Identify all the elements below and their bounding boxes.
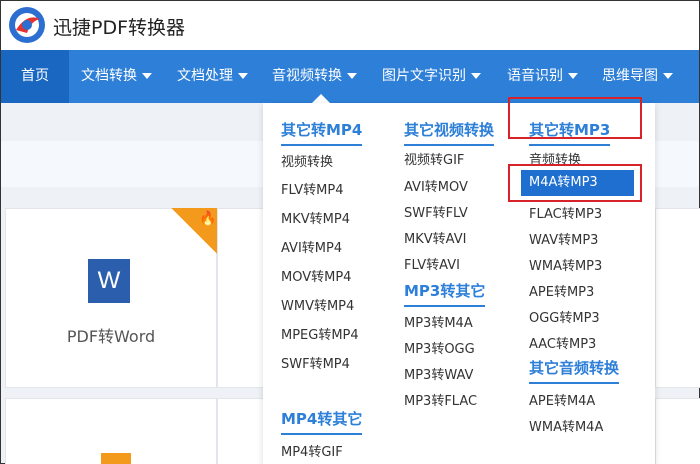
- highlight-box-selected: [508, 164, 642, 202]
- menu-item[interactable]: WMA转MP3: [529, 255, 602, 274]
- highlight-box-heading: [508, 97, 642, 139]
- app-logo-icon[interactable]: [7, 5, 47, 45]
- menu-item[interactable]: MP3转M4A: [404, 312, 473, 331]
- menu-item[interactable]: WMV转MP4: [281, 295, 354, 314]
- menu-item[interactable]: WMA转M4A: [529, 416, 603, 435]
- app-header: 迅捷PDF转换器: [1, 1, 699, 50]
- menu-heading: MP3转其它: [404, 280, 486, 307]
- nav-item-label: 音视频转换: [272, 68, 342, 84]
- menu-item[interactable]: AVI转MOV: [404, 176, 468, 195]
- menu-item[interactable]: MOV转MP4: [281, 266, 351, 285]
- chevron-down-icon: [568, 73, 578, 79]
- chevron-down-icon: [663, 73, 673, 79]
- chevron-down-icon: [238, 73, 248, 79]
- menu-item[interactable]: MP3转OGG: [404, 338, 475, 357]
- nav-item-label: 思维导图: [602, 68, 658, 84]
- menu-heading: 其它音频转换: [529, 357, 620, 384]
- nav-item-label: 语音识别: [507, 68, 563, 84]
- menu-item[interactable]: APE转M4A: [529, 390, 595, 409]
- main-nav: 首页 文档转换 文档处理 音视频转换 图片文字识别 语音识别 思维导图: [1, 50, 699, 103]
- menu-item[interactable]: AVI转MP4: [281, 237, 342, 256]
- menu-item[interactable]: MKV转MP4: [281, 208, 350, 227]
- menu-item[interactable]: MKV转AVI: [404, 228, 466, 247]
- chevron-down-icon: [347, 73, 357, 79]
- menu-heading: 其它转MP4: [281, 119, 363, 146]
- menu-item[interactable]: 视频转换: [281, 151, 333, 170]
- card-icon-partial: [101, 453, 131, 464]
- nav-item-label: 图片文字识别: [382, 68, 466, 84]
- nav-item-home[interactable]: 首页: [1, 50, 69, 103]
- tool-card[interactable]: [655, 208, 700, 388]
- chevron-down-icon: [142, 73, 152, 79]
- app-brand[interactable]: 迅捷PDF转换器: [53, 13, 185, 40]
- card-label: PDF转Word: [66, 327, 156, 346]
- tool-card[interactable]: [655, 398, 700, 464]
- menu-item[interactable]: APE转MP3: [529, 281, 594, 300]
- nav-item-doc-process[interactable]: 文档处理: [177, 50, 248, 103]
- menu-item[interactable]: MPEG转MP4: [281, 324, 359, 343]
- nav-item-label: 首页: [21, 68, 49, 84]
- menu-item[interactable]: SWF转FLV: [404, 202, 468, 221]
- tool-card[interactable]: [217, 208, 265, 388]
- menu-item[interactable]: MP3转WAV: [404, 364, 473, 383]
- nav-item-speech[interactable]: 语音识别: [507, 50, 578, 103]
- menu-item[interactable]: FLAC转MP3: [529, 203, 602, 222]
- word-icon: W: [88, 259, 130, 303]
- menu-heading: MP4转其它: [281, 408, 363, 435]
- menu-item[interactable]: SWF转MP4: [281, 353, 350, 372]
- tool-card[interactable]: [217, 398, 265, 464]
- nav-item-doc-convert[interactable]: 文档转换: [81, 50, 152, 103]
- menu-heading: 其它视频转换: [404, 119, 495, 146]
- menu-item[interactable]: 视频转GIF: [404, 149, 464, 168]
- chevron-down-icon: [471, 73, 481, 79]
- nav-item-ocr[interactable]: 图片文字识别: [382, 50, 481, 103]
- menu-item[interactable]: FLV转MP4: [281, 179, 344, 198]
- nav-item-mindmap[interactable]: 思维导图: [602, 50, 673, 103]
- menu-item[interactable]: FLV转AVI: [404, 254, 460, 273]
- menu-item[interactable]: OGG转MP3: [529, 307, 600, 326]
- menu-item[interactable]: MP4转GIF: [281, 441, 343, 460]
- dropdown-pointer: [312, 94, 330, 103]
- nav-item-label: 文档处理: [177, 68, 233, 84]
- nav-item-label: 文档转换: [81, 68, 137, 84]
- flame-icon: 🔥: [199, 211, 217, 227]
- menu-item[interactable]: MP3转FLAC: [404, 390, 477, 409]
- menu-item[interactable]: AAC转MP3: [529, 333, 596, 352]
- menu-item[interactable]: WAV转MP3: [529, 229, 598, 248]
